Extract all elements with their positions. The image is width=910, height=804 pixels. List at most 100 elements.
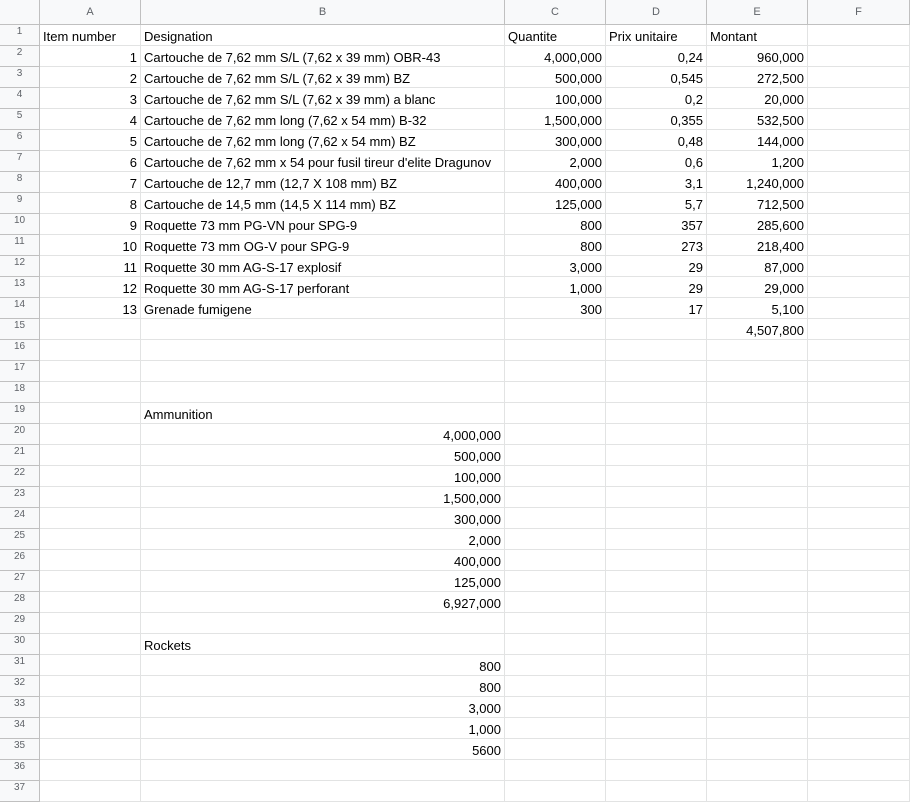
cell-b7[interactable]: Cartouche de 7,62 mm x 54 pour fusil tir… bbox=[141, 151, 505, 172]
cell-e13[interactable]: 29,000 bbox=[707, 277, 808, 298]
row-header[interactable]: 37 bbox=[0, 781, 40, 802]
cell-c10[interactable]: 800 bbox=[505, 214, 606, 235]
cell-f25[interactable] bbox=[808, 529, 910, 550]
cell-f20[interactable] bbox=[808, 424, 910, 445]
row-header[interactable]: 36 bbox=[0, 760, 40, 781]
cell-b34[interactable]: 1,000 bbox=[141, 718, 505, 739]
cell-c9[interactable]: 125,000 bbox=[505, 193, 606, 214]
cell-f11[interactable] bbox=[808, 235, 910, 256]
row-header[interactable]: 3 bbox=[0, 67, 40, 88]
cell-e20[interactable] bbox=[707, 424, 808, 445]
cell-d13[interactable]: 29 bbox=[606, 277, 707, 298]
cell-c18[interactable] bbox=[505, 382, 606, 403]
cell-f33[interactable] bbox=[808, 697, 910, 718]
cell-c16[interactable] bbox=[505, 340, 606, 361]
cell-c4[interactable]: 100,000 bbox=[505, 88, 606, 109]
cell-f10[interactable] bbox=[808, 214, 910, 235]
cell-e9[interactable]: 712,500 bbox=[707, 193, 808, 214]
cell-f32[interactable] bbox=[808, 676, 910, 697]
column-header-f[interactable]: F bbox=[808, 0, 910, 25]
cell-f36[interactable] bbox=[808, 760, 910, 781]
cell-e25[interactable] bbox=[707, 529, 808, 550]
cell-d34[interactable] bbox=[606, 718, 707, 739]
row-header[interactable]: 26 bbox=[0, 550, 40, 571]
cell-b9[interactable]: Cartouche de 14,5 mm (14,5 X 114 mm) BZ bbox=[141, 193, 505, 214]
cell-a20[interactable] bbox=[40, 424, 141, 445]
row-header[interactable]: 15 bbox=[0, 319, 40, 340]
cell-e3[interactable]: 272,500 bbox=[707, 67, 808, 88]
cell-b20[interactable]: 4,000,000 bbox=[141, 424, 505, 445]
cell-c31[interactable] bbox=[505, 655, 606, 676]
row-header[interactable]: 2 bbox=[0, 46, 40, 67]
cell-f21[interactable] bbox=[808, 445, 910, 466]
cell-c28[interactable] bbox=[505, 592, 606, 613]
cell-d17[interactable] bbox=[606, 361, 707, 382]
cell-d1[interactable]: Prix unitaire bbox=[606, 25, 707, 46]
cell-c34[interactable] bbox=[505, 718, 606, 739]
cell-f3[interactable] bbox=[808, 67, 910, 88]
cell-b30[interactable]: Rockets bbox=[141, 634, 505, 655]
cell-b32[interactable]: 800 bbox=[141, 676, 505, 697]
cell-b6[interactable]: Cartouche de 7,62 mm long (7,62 x 54 mm)… bbox=[141, 130, 505, 151]
cell-f5[interactable] bbox=[808, 109, 910, 130]
cell-a26[interactable] bbox=[40, 550, 141, 571]
cell-d24[interactable] bbox=[606, 508, 707, 529]
cell-d30[interactable] bbox=[606, 634, 707, 655]
row-header[interactable]: 8 bbox=[0, 172, 40, 193]
cell-c22[interactable] bbox=[505, 466, 606, 487]
row-header[interactable]: 7 bbox=[0, 151, 40, 172]
cell-d19[interactable] bbox=[606, 403, 707, 424]
cell-d11[interactable]: 273 bbox=[606, 235, 707, 256]
cell-e11[interactable]: 218,400 bbox=[707, 235, 808, 256]
cell-f15[interactable] bbox=[808, 319, 910, 340]
cell-e21[interactable] bbox=[707, 445, 808, 466]
cell-a18[interactable] bbox=[40, 382, 141, 403]
cell-c37[interactable] bbox=[505, 781, 606, 802]
cell-f30[interactable] bbox=[808, 634, 910, 655]
cell-f27[interactable] bbox=[808, 571, 910, 592]
cell-e31[interactable] bbox=[707, 655, 808, 676]
cell-a8[interactable]: 7 bbox=[40, 172, 141, 193]
cell-f2[interactable] bbox=[808, 46, 910, 67]
row-header[interactable]: 33 bbox=[0, 697, 40, 718]
cell-b19[interactable]: Ammunition bbox=[141, 403, 505, 424]
cell-e17[interactable] bbox=[707, 361, 808, 382]
cell-d3[interactable]: 0,545 bbox=[606, 67, 707, 88]
column-header-c[interactable]: C bbox=[505, 0, 606, 25]
cell-e26[interactable] bbox=[707, 550, 808, 571]
cell-c12[interactable]: 3,000 bbox=[505, 256, 606, 277]
cell-e7[interactable]: 1,200 bbox=[707, 151, 808, 172]
cell-f29[interactable] bbox=[808, 613, 910, 634]
cell-b1[interactable]: Designation bbox=[141, 25, 505, 46]
cell-e33[interactable] bbox=[707, 697, 808, 718]
column-header-a[interactable]: A bbox=[40, 0, 141, 25]
cell-a7[interactable]: 6 bbox=[40, 151, 141, 172]
cell-c17[interactable] bbox=[505, 361, 606, 382]
cell-c36[interactable] bbox=[505, 760, 606, 781]
cell-a25[interactable] bbox=[40, 529, 141, 550]
row-header[interactable]: 9 bbox=[0, 193, 40, 214]
cell-c15[interactable] bbox=[505, 319, 606, 340]
cell-a11[interactable]: 10 bbox=[40, 235, 141, 256]
cell-a14[interactable]: 13 bbox=[40, 298, 141, 319]
cell-e15[interactable]: 4,507,800 bbox=[707, 319, 808, 340]
row-header[interactable]: 18 bbox=[0, 382, 40, 403]
cell-f28[interactable] bbox=[808, 592, 910, 613]
cell-a5[interactable]: 4 bbox=[40, 109, 141, 130]
cell-d28[interactable] bbox=[606, 592, 707, 613]
row-header[interactable]: 4 bbox=[0, 88, 40, 109]
cell-f26[interactable] bbox=[808, 550, 910, 571]
cell-d29[interactable] bbox=[606, 613, 707, 634]
row-header[interactable]: 24 bbox=[0, 508, 40, 529]
cell-a19[interactable] bbox=[40, 403, 141, 424]
cell-a6[interactable]: 5 bbox=[40, 130, 141, 151]
row-header[interactable]: 1 bbox=[0, 25, 40, 46]
cell-e2[interactable]: 960,000 bbox=[707, 46, 808, 67]
cell-a2[interactable]: 1 bbox=[40, 46, 141, 67]
cell-d31[interactable] bbox=[606, 655, 707, 676]
cell-f16[interactable] bbox=[808, 340, 910, 361]
cell-b5[interactable]: Cartouche de 7,62 mm long (7,62 x 54 mm)… bbox=[141, 109, 505, 130]
cell-e30[interactable] bbox=[707, 634, 808, 655]
cell-d27[interactable] bbox=[606, 571, 707, 592]
cell-d16[interactable] bbox=[606, 340, 707, 361]
